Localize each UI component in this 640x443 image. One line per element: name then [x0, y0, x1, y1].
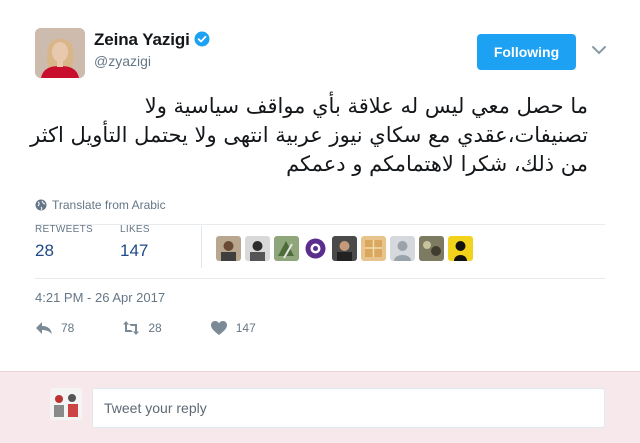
retweets-count[interactable]: 28 — [35, 241, 93, 261]
reply-action[interactable]: 78 — [35, 320, 74, 336]
heart-icon — [210, 321, 227, 335]
globe-icon — [35, 199, 47, 211]
tweet-actions: 78 28 147 — [35, 318, 304, 338]
like-count: 147 — [235, 321, 256, 335]
likes-label: LIKES — [120, 224, 150, 235]
tweet-timestamp[interactable]: 4:21 PM - 26 Apr 2017 — [35, 290, 165, 305]
tweet-text: ما حصل معي ليس له علاقة بأي مواقف سياسية… — [30, 94, 588, 176]
following-button[interactable]: Following — [477, 34, 576, 70]
divider — [35, 278, 605, 279]
user-avatar — [50, 388, 82, 420]
translate-label[interactable]: Translate from Arabic — [52, 198, 166, 212]
liker-avatar[interactable] — [332, 236, 357, 261]
liker-avatar[interactable] — [216, 236, 241, 261]
reply-icon — [36, 322, 52, 334]
liker-avatar[interactable] — [303, 236, 328, 261]
author-avatar[interactable] — [35, 28, 85, 78]
retweet-count: 28 — [148, 321, 162, 335]
liker-avatar[interactable] — [419, 236, 444, 261]
retweet-action[interactable]: 28 — [122, 320, 162, 336]
stats-divider — [201, 226, 202, 268]
tweet-card: Zeina Yazigi @zyazigi Following ما حصل م… — [0, 0, 640, 371]
likes-count[interactable]: 147 — [120, 241, 150, 261]
verified-badge-icon — [194, 31, 210, 47]
liker-avatar[interactable] — [274, 236, 299, 261]
author-handle[interactable]: @zyazigi — [94, 53, 151, 69]
retweets-stat[interactable]: RETWEETS 28 — [35, 224, 93, 261]
liker-avatars — [216, 236, 473, 262]
author-name[interactable]: Zeina Yazigi — [94, 30, 210, 50]
liker-avatar[interactable] — [390, 236, 415, 261]
like-action[interactable]: 147 — [210, 320, 256, 336]
reply-composer — [0, 371, 640, 443]
chevron-down-icon[interactable] — [590, 44, 608, 56]
reply-input[interactable] — [92, 388, 605, 428]
author-name-text[interactable]: Zeina Yazigi — [94, 30, 190, 49]
translate-link[interactable]: Translate from Arabic — [35, 198, 166, 212]
likes-stat[interactable]: LIKES 147 — [120, 224, 150, 261]
retweet-icon — [123, 321, 140, 335]
reply-count: 78 — [61, 321, 75, 335]
liker-avatar[interactable] — [245, 236, 270, 261]
liker-avatar[interactable] — [361, 236, 386, 261]
retweets-label: RETWEETS — [35, 224, 93, 235]
liker-avatar[interactable] — [448, 236, 473, 261]
